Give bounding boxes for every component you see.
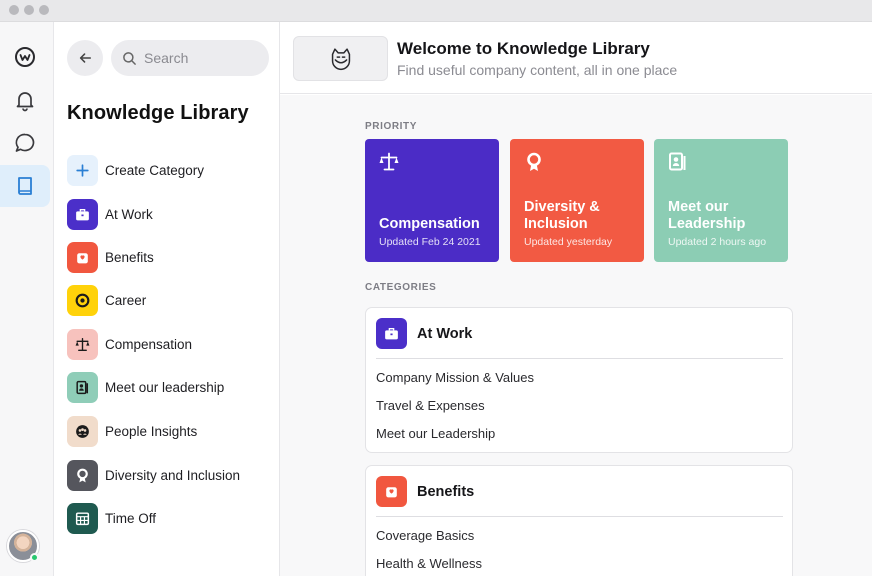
sidebar-item-label: Meet our leadership	[105, 379, 225, 395]
window-minimize-dot[interactable]	[24, 5, 34, 15]
category-card-at-work: At Work Company Mission & Values Travel …	[365, 307, 793, 453]
scale-icon	[379, 152, 399, 171]
target-icon	[67, 284, 98, 316]
search-box	[111, 40, 269, 76]
priority-card-updated: Updated yesterday	[524, 236, 613, 248]
library-content: PRIORITY Compensation Updated Feb 24 202…	[280, 95, 872, 576]
sidebar-item-diversity-and-inclusion[interactable]: Diversity and Inclusion	[67, 459, 272, 491]
rail-home-button[interactable]	[0, 36, 50, 78]
window-close-dot[interactable]	[9, 5, 19, 15]
ribbon-icon	[527, 152, 541, 171]
priority-section-label: PRIORITY	[365, 121, 418, 132]
library-header: Welcome to Knowledge Library Find useful…	[280, 22, 872, 94]
category-card-header[interactable]: At Work	[376, 318, 472, 349]
sidebar-title: Knowledge Library	[67, 102, 249, 124]
category-card-benefits: Benefits Coverage Basics Health & Wellne…	[365, 465, 793, 576]
sidebar-item-label: Time Off	[105, 510, 157, 526]
category-link[interactable]: Health & Wellness	[376, 556, 482, 571]
scale-icon	[67, 328, 98, 360]
category-card-title: At Work	[417, 325, 473, 342]
sidebar-item-compensation[interactable]: Compensation	[67, 328, 272, 360]
plus-icon	[67, 154, 98, 186]
arrow-left-icon	[79, 53, 92, 63]
sidebar-item-career[interactable]: Career	[67, 284, 272, 316]
cat-logo-icon	[331, 47, 350, 70]
priority-card-compensation[interactable]: Compensation Updated Feb 24 2021	[365, 139, 499, 262]
rail-chat-button[interactable]	[0, 122, 50, 164]
id-card-icon	[67, 371, 98, 403]
library-sidebar: Knowledge Library Create Category At Wor…	[54, 22, 280, 576]
category-link[interactable]: Company Mission & Values	[376, 370, 534, 385]
rail-notifications-button[interactable]	[0, 79, 50, 121]
ribbon-icon	[67, 459, 98, 491]
calendar-icon	[67, 502, 98, 534]
book-icon	[18, 177, 32, 195]
bell-icon	[16, 92, 34, 112]
sidebar-item-label: At Work	[105, 206, 153, 222]
briefcase-icon	[376, 318, 407, 349]
search-input[interactable]	[144, 50, 264, 66]
priority-card-updated: Updated Feb 24 2021	[379, 236, 481, 248]
sidebar-item-label: Diversity and Inclusion	[105, 467, 241, 483]
priority-card-title: Compensation	[379, 216, 480, 232]
window-zoom-dot[interactable]	[39, 5, 49, 15]
back-button[interactable]	[67, 40, 103, 76]
priority-card-title: Diversity & Inclusion	[524, 199, 600, 232]
search-icon	[123, 51, 136, 65]
create-category-button[interactable]: Create Category	[67, 154, 272, 186]
category-card-title: Benefits	[417, 483, 475, 500]
sidebar-item-meet-our-leadership[interactable]: Meet our leadership	[67, 371, 272, 403]
priority-card-diversity-inclusion[interactable]: Diversity & Inclusion Updated yesterday	[510, 139, 644, 262]
id-card-icon	[669, 152, 686, 171]
priority-card-meet-our-leadership[interactable]: Meet our Leadership Updated 2 hours ago	[654, 139, 788, 262]
sidebar-item-time-off[interactable]: Time Off	[67, 502, 272, 534]
window-titlebar	[0, 0, 872, 22]
categories-section-label: CATEGORIES	[365, 282, 437, 293]
briefcase-icon	[67, 198, 98, 230]
priority-card-title: Meet our Leadership	[668, 199, 746, 232]
sidebar-item-label: Benefits	[105, 249, 154, 265]
chat-bubble-icon	[15, 133, 35, 152]
category-link[interactable]: Coverage Basics	[376, 528, 474, 543]
divider	[376, 358, 783, 359]
create-category-label: Create Category	[105, 162, 205, 178]
rail-library-button[interactable]	[0, 165, 50, 207]
people-icon	[67, 415, 98, 447]
sidebar-item-benefits[interactable]: Benefits	[67, 241, 272, 273]
sidebar-item-label: People Insights	[105, 423, 198, 439]
priority-card-updated: Updated 2 hours ago	[668, 236, 767, 248]
sidebar-item-label: Career	[105, 292, 147, 308]
gift-icon	[376, 476, 407, 507]
page-title: Welcome to Knowledge Library	[397, 39, 650, 58]
category-link[interactable]: Meet our Leadership	[376, 426, 495, 441]
divider	[376, 516, 783, 517]
gift-icon	[67, 241, 98, 273]
sidebar-item-label: Compensation	[105, 336, 193, 352]
app-rail	[0, 22, 54, 576]
presence-indicator	[30, 553, 39, 562]
sidebar-item-people-insights[interactable]: People Insights	[67, 415, 272, 447]
page-subtitle: Find useful company content, all in one …	[397, 62, 678, 78]
category-card-header[interactable]: Benefits	[376, 476, 474, 507]
company-logo	[293, 36, 388, 81]
sidebar-item-at-work[interactable]: At Work	[67, 198, 272, 230]
workvivo-logo-icon	[15, 47, 35, 67]
category-link[interactable]: Travel & Expenses	[376, 398, 485, 413]
